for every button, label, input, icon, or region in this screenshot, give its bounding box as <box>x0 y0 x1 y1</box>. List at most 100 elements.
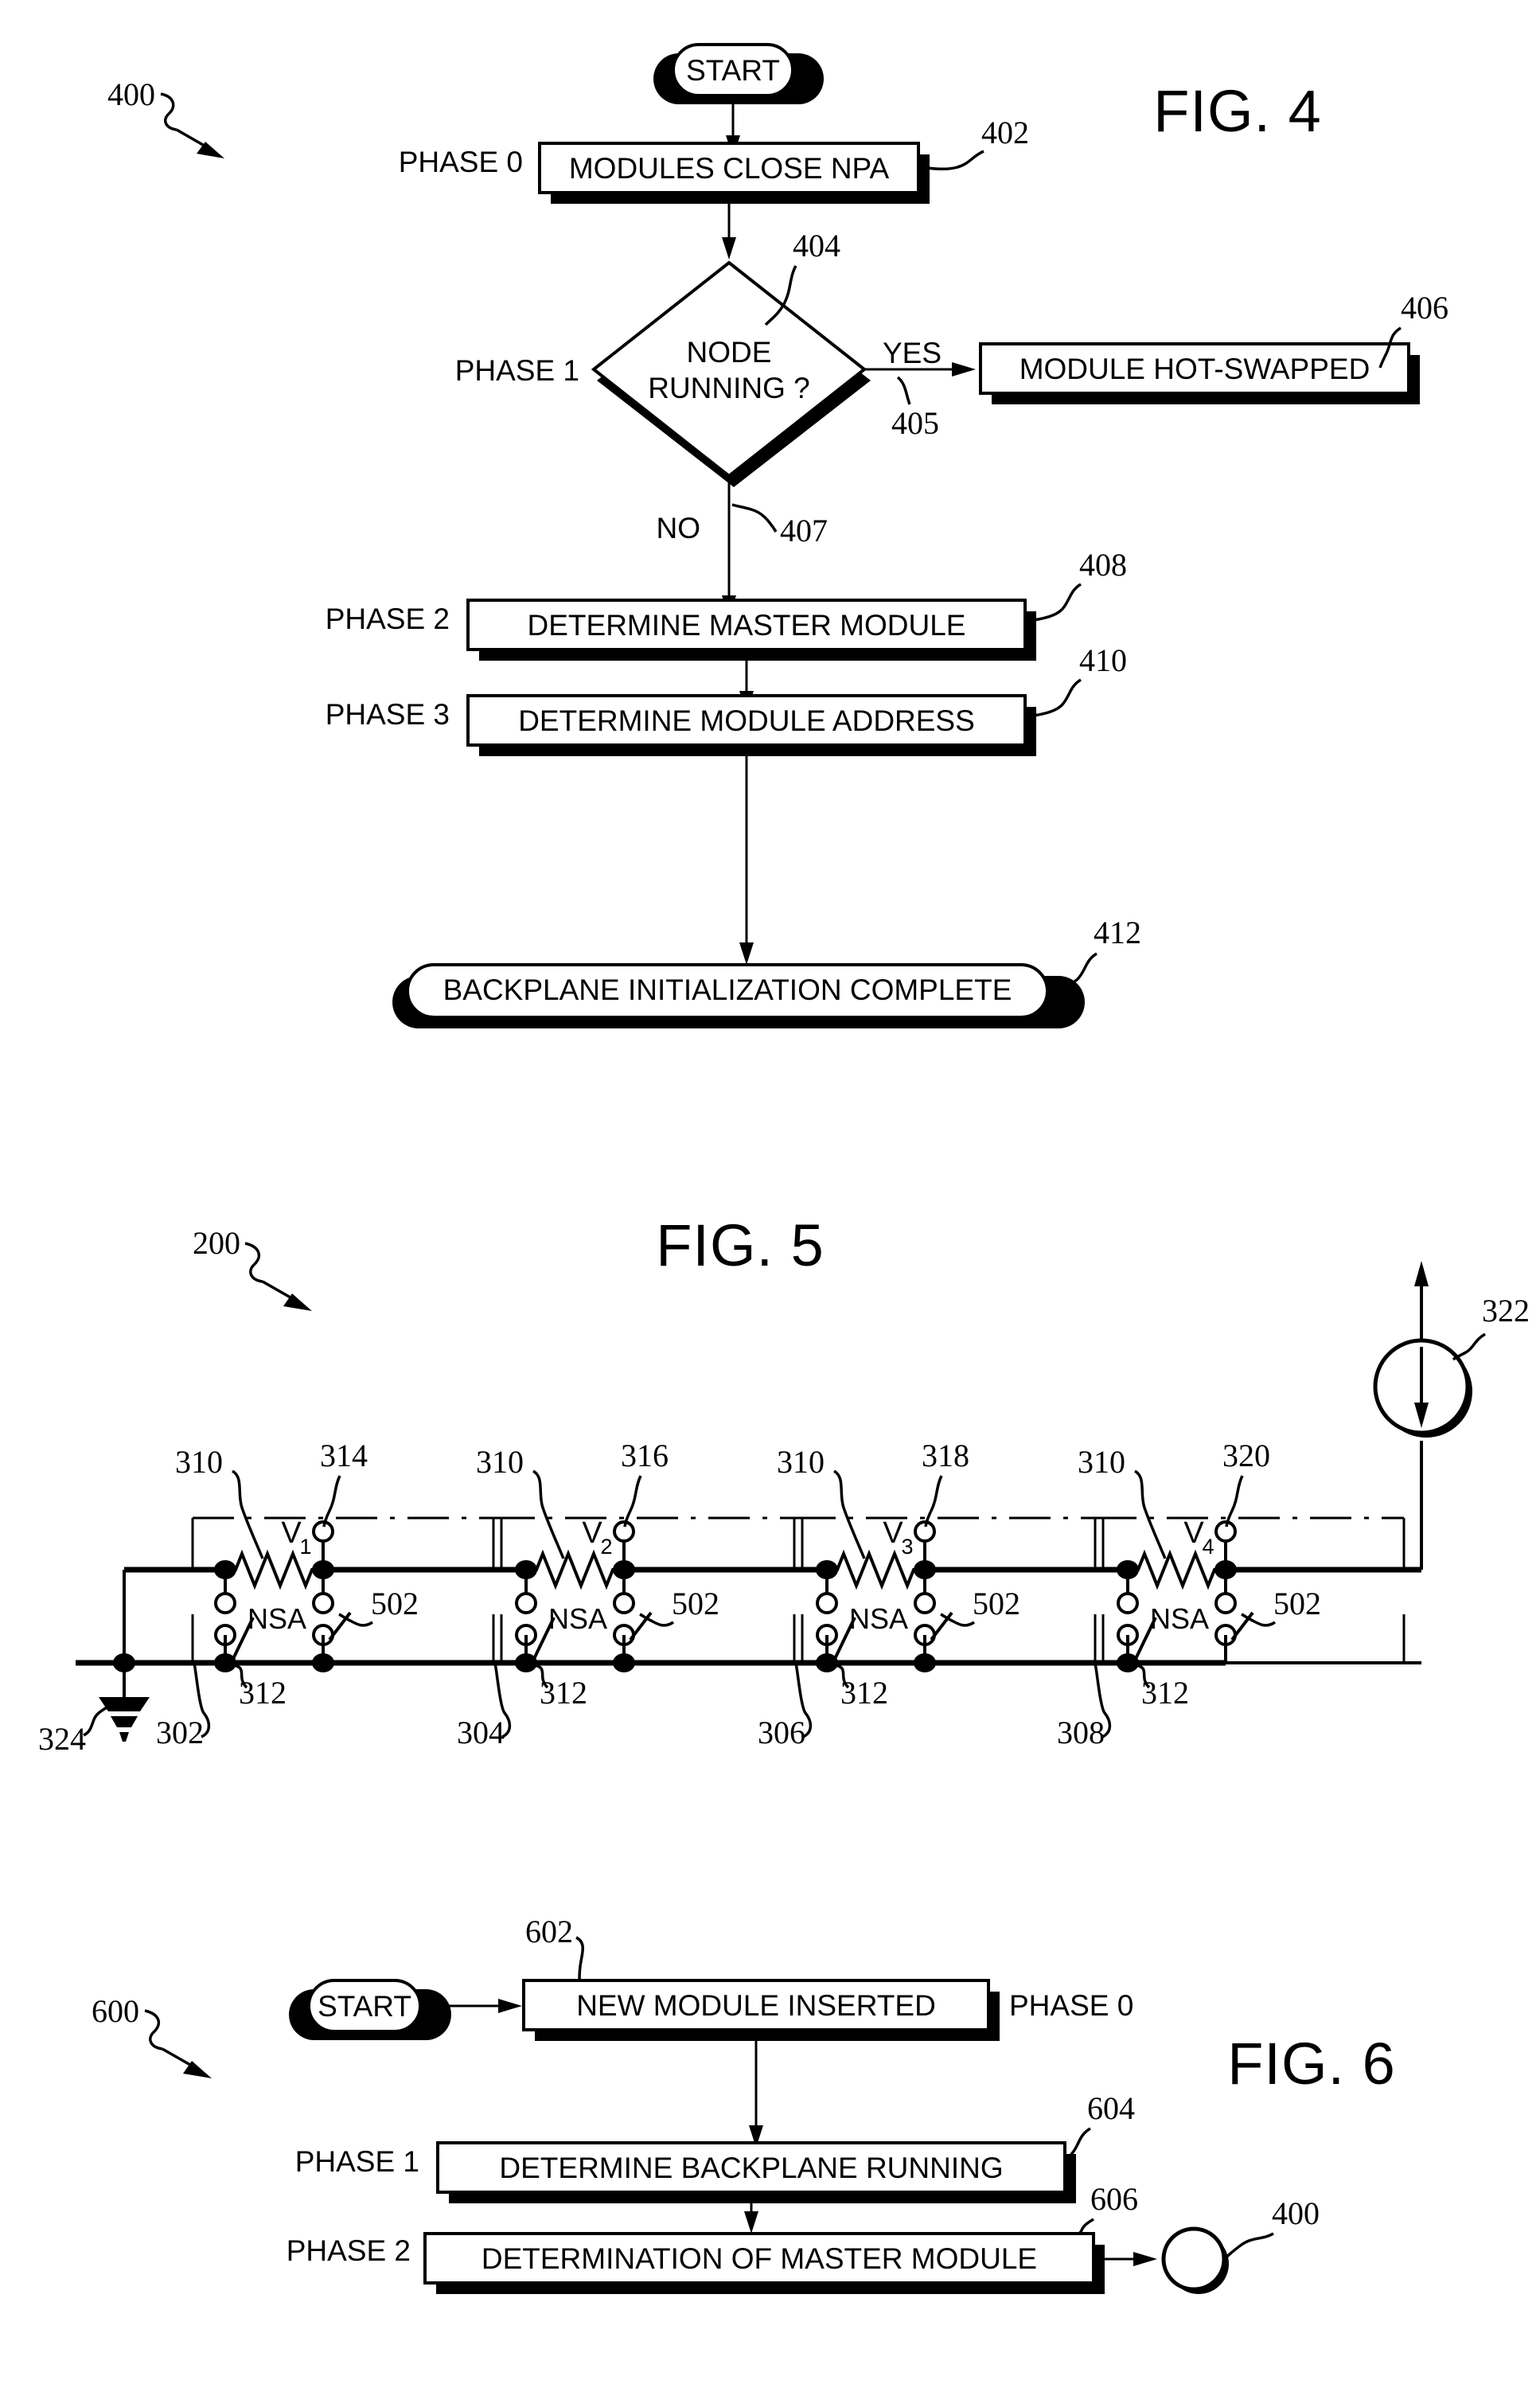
fig6-ref-602-leader <box>575 1936 584 1981</box>
fig5-module-302-label: NSA <box>248 1602 306 1635</box>
fig4-branch-yes-label: YES <box>883 337 942 369</box>
fig5-voltage-sub-4: 4 <box>1202 1535 1214 1559</box>
fig4-ref-400-squiggle <box>160 92 177 131</box>
figure-5: FIG. 5 200 V 1 NSA 310 314 502 312 302 V… <box>38 1212 1530 1757</box>
fig5-module-304-label: NSA <box>548 1602 607 1635</box>
fig6-ref-400-exit-leader <box>1222 2232 1274 2261</box>
fig5-module-306: V 3 NSA 310 318 502 312 306 <box>758 1438 1105 1750</box>
fig4-phase-3-label: PHASE 3 <box>326 698 450 731</box>
fig5-ref-312-b: 312 <box>540 1675 587 1711</box>
figure-6-title: FIG. 6 <box>1227 2031 1396 2097</box>
fig5-switch-arm-502 <box>1230 1611 1254 1641</box>
fig5-resistor-310-c <box>827 1549 925 1590</box>
fig4-arrowhead-2 <box>722 237 736 259</box>
fig5-ref-310-c: 310 <box>777 1444 825 1480</box>
fig5-module-302: V 1 NSA 310 314 502 312 302 <box>156 1438 503 1750</box>
fig5-resistor-310-a <box>225 1549 323 1590</box>
fig4-phase-0-label: PHASE 0 <box>399 146 523 178</box>
fig5-ref-502-c: 502 <box>973 1586 1020 1621</box>
fig4-step-410-text: DETERMINE MODULE ADDRESS <box>518 704 975 737</box>
fig6-start-label: START <box>318 1990 411 2023</box>
fig5-module-308: V 4 NSA 310 320 502 312 308 <box>1057 1438 1405 1750</box>
fig6-phase-1-label: PHASE 1 <box>295 2145 419 2178</box>
fig5-voltage-sub-3: 3 <box>901 1535 913 1559</box>
fig6-ref-400-exit: 400 <box>1272 2195 1320 2231</box>
fig5-open-pin <box>1117 1592 1139 1614</box>
fig5-switch-arm-502 <box>930 1611 953 1641</box>
figure-6: FIG. 6 600 START NEW MODULE INSERTED 602… <box>92 1914 1396 2294</box>
fig6-phase-0-label: PHASE 0 <box>1009 1989 1133 2022</box>
fig5-ref-322: 322 <box>1482 1293 1530 1329</box>
fig6-step-602: NEW MODULE INSERTED <box>522 1979 1000 2041</box>
fig6-step-604-text: DETERMINE BACKPLANE RUNNING <box>499 2152 1003 2184</box>
fig4-decision-404: NODE RUNNING ? <box>591 260 871 487</box>
fig5-ref-310-a-leader <box>231 1469 264 1559</box>
figure-4: FIG. 4 400 START PHASE 0 MODULES CLOSE N… <box>107 43 1448 1028</box>
fig5-switch-arm-502 <box>328 1611 352 1641</box>
fig5-ref-310-b: 310 <box>476 1444 524 1480</box>
fig5-module-306-label: NSA <box>849 1602 908 1635</box>
fig6-arrowhead-4 <box>1133 2252 1157 2266</box>
fig5-resistor-310-d <box>1128 1549 1226 1590</box>
fig5-ground-plate-2 <box>111 1716 138 1727</box>
fig4-step-402-text: MODULES CLOSE NPA <box>569 152 890 185</box>
fig5-ref-312-c: 312 <box>840 1675 888 1711</box>
fig4-ref-405: 405 <box>891 405 939 441</box>
fig6-step-606: DETERMINATION OF MASTER MODULE <box>423 2232 1105 2294</box>
fig5-ref-310-a: 310 <box>175 1444 223 1480</box>
fig4-ref-410: 410 <box>1079 642 1127 678</box>
fig5-voltage-label-1: V <box>281 1516 302 1550</box>
fig5-module-304: V 2 NSA 310 316 502 312 304 <box>457 1438 804 1750</box>
fig6-exit-circle <box>1161 2226 1226 2292</box>
fig5-voltage-sub-1: 1 <box>299 1535 311 1559</box>
fig5-voltage-label-3: V <box>883 1516 903 1550</box>
fig6-step-604: DETERMINE BACKPLANE RUNNING <box>436 2141 1076 2203</box>
fig5-ref-502-b: 502 <box>672 1586 719 1621</box>
fig4-step-402: MODULES CLOSE NPA <box>538 142 930 204</box>
fig5-ref-302: 302 <box>156 1715 204 1750</box>
patent-drawing-sheet: FIG. 4 400 START PHASE 0 MODULES CLOSE N… <box>0 0 1540 2388</box>
fig4-start-terminator: START <box>653 43 824 104</box>
fig5-ref-314: 314 <box>320 1438 368 1473</box>
fig4-step-406-text: MODULE HOT-SWAPPED <box>1020 353 1370 385</box>
fig5-ref-200-squiggle <box>244 1242 263 1283</box>
drawing-canvas: FIG. 4 400 START PHASE 0 MODULES CLOSE N… <box>38 43 1530 2294</box>
fig4-step-412-text: BACKPLANE INITIALIZATION COMPLETE <box>443 974 1012 1006</box>
fig4-ref-412: 412 <box>1094 915 1141 950</box>
fig6-ref-604-leader <box>1065 2127 1091 2162</box>
fig5-open-pin <box>1214 1592 1237 1614</box>
fig5-ref-200: 200 <box>193 1225 240 1261</box>
fig4-ref-408: 408 <box>1079 547 1127 583</box>
fig4-branch-no-label: NO <box>657 512 701 544</box>
fig5-open-pin <box>515 1592 537 1614</box>
fig5-ref-502-d: 502 <box>1273 1586 1321 1621</box>
fig6-ref-600-squiggle <box>144 2009 163 2050</box>
fig6-step-606-text: DETERMINATION OF MASTER MODULE <box>481 2242 1037 2275</box>
fig5-open-pin <box>613 1592 635 1614</box>
fig4-ref-405-leader <box>896 376 911 405</box>
fig5-switch-arm-502 <box>629 1611 653 1641</box>
fig6-ref-604: 604 <box>1087 2090 1135 2126</box>
fig5-voltage-label-4: V <box>1183 1516 1204 1550</box>
fig4-phase-2-label: PHASE 2 <box>326 603 450 635</box>
fig4-step-412: BACKPLANE INITIALIZATION COMPLETE <box>392 963 1085 1028</box>
fig5-ref-308: 308 <box>1057 1715 1105 1750</box>
fig6-ref-602: 602 <box>525 1914 573 1949</box>
fig5-ground-324: 324 <box>38 1653 150 1757</box>
fig4-ref-407: 407 <box>780 513 828 548</box>
fig5-open-pin <box>914 1592 936 1614</box>
fig5-source-up-arrowhead <box>1414 1261 1429 1286</box>
fig4-decision-404-line2: RUNNING ? <box>648 372 810 404</box>
fig6-arrowhead-1 <box>498 1999 522 2013</box>
fig6-start-terminator: START <box>289 1979 451 2040</box>
fig5-ref-310-b-leader <box>532 1469 565 1559</box>
fig6-ref-606-leader <box>1077 2218 1094 2235</box>
fig5-current-source-322: 322 <box>1373 1261 1530 1438</box>
fig6-ref-600: 600 <box>92 1993 139 2029</box>
fig5-voltage-sub-2: 2 <box>600 1535 612 1559</box>
fig5-ref-324: 324 <box>38 1721 86 1757</box>
fig6-arrowhead-3 <box>744 2211 758 2234</box>
fig4-ref-402: 402 <box>981 115 1029 150</box>
fig4-step-408: DETERMINE MASTER MODULE <box>466 599 1036 661</box>
fig6-exit-connector <box>1161 2226 1229 2294</box>
